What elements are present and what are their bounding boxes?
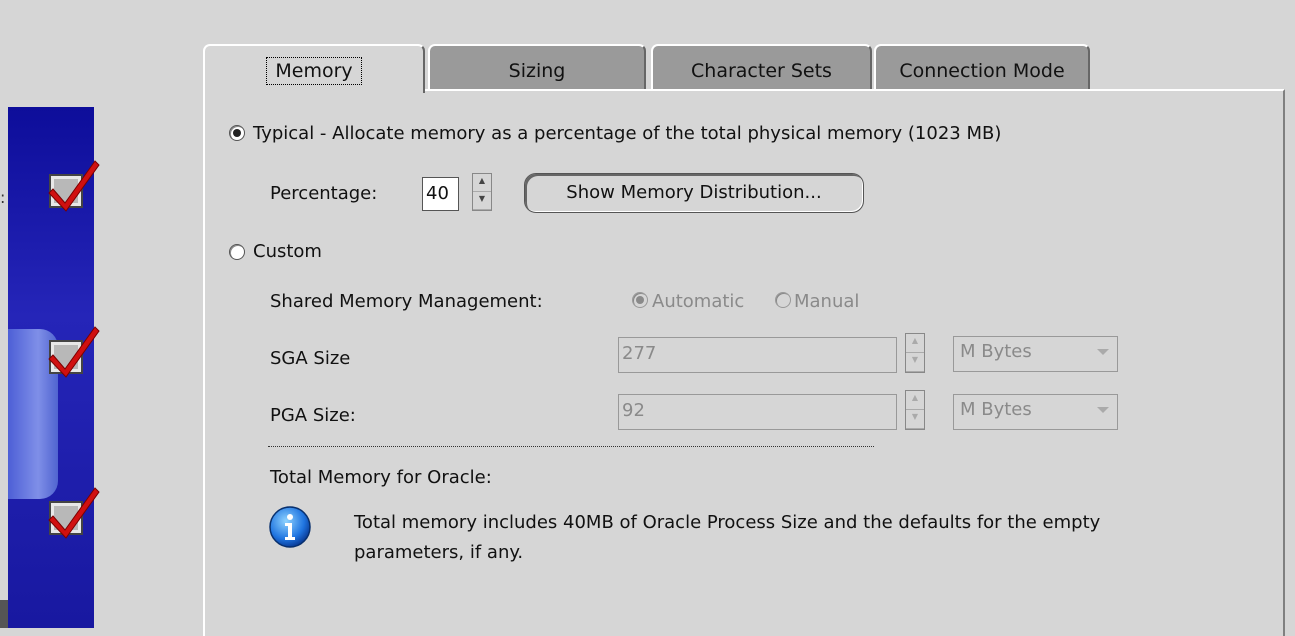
tab-memory[interactable]: Memory: [203, 44, 425, 93]
tab-label: Memory: [266, 57, 362, 85]
chevron-down-icon: [1097, 349, 1109, 355]
sga-unit-value: M Bytes: [960, 341, 1032, 362]
step-checked-icon: [48, 160, 100, 212]
chevron-down-icon: [1097, 407, 1109, 413]
percentage-input[interactable]: 40: [422, 177, 459, 211]
tab-label: Connection Mode: [899, 60, 1065, 82]
typical-label: Typical - Allocate memory as a percentag…: [253, 123, 1002, 144]
custom-radio[interactable]: [229, 244, 245, 260]
tab-label: Sizing: [508, 60, 566, 82]
manual-label: Manual: [794, 291, 860, 312]
scrollbar-stub: [0, 600, 8, 628]
tab-label: Character Sets: [691, 60, 832, 82]
step-checked-icon: [48, 487, 100, 539]
spin-up-icon[interactable]: ▲: [473, 174, 491, 192]
tab-connection-mode[interactable]: Connection Mode: [874, 44, 1090, 90]
wizard-step-strip: :: [0, 0, 100, 628]
automatic-label: Automatic: [652, 291, 745, 312]
pga-unit-select[interactable]: M Bytes: [953, 394, 1118, 430]
percentage-spinner[interactable]: ▲ ▼: [472, 173, 492, 211]
spin-up-icon[interactable]: ▲: [906, 334, 924, 353]
sga-unit-select[interactable]: M Bytes: [953, 336, 1118, 372]
sga-size-spinner[interactable]: ▲ ▼: [905, 333, 925, 373]
pga-unit-value: M Bytes: [960, 399, 1032, 420]
manual-radio[interactable]: [775, 292, 791, 308]
spin-up-icon[interactable]: ▲: [906, 391, 924, 410]
tab-character-sets[interactable]: Character Sets: [651, 44, 872, 90]
show-memory-distribution-button[interactable]: Show Memory Distribution...: [524, 173, 864, 213]
custom-label: Custom: [253, 241, 322, 262]
section-divider: [268, 446, 874, 447]
spin-down-icon[interactable]: ▼: [906, 353, 924, 372]
automatic-radio[interactable]: [632, 292, 648, 308]
sga-size-input[interactable]: 277: [618, 337, 897, 373]
info-text-line2: parameters, if any.: [354, 542, 524, 563]
step-checked-icon: [48, 326, 100, 378]
sga-size-label: SGA Size: [270, 348, 351, 369]
pga-size-input[interactable]: 92: [618, 394, 897, 430]
percentage-label: Percentage:: [270, 183, 378, 204]
step-marker: :: [0, 188, 6, 207]
info-text-line1: Total memory includes 40MB of Oracle Pro…: [354, 512, 1101, 533]
pga-size-label: PGA Size:: [270, 405, 356, 426]
total-memory-label: Total Memory for Oracle:: [270, 467, 492, 488]
pga-size-spinner[interactable]: ▲ ▼: [905, 390, 925, 430]
shared-memory-label: Shared Memory Management:: [270, 291, 543, 312]
tab-sizing[interactable]: Sizing: [428, 44, 646, 90]
typical-radio[interactable]: [229, 125, 245, 141]
info-icon: [269, 506, 311, 548]
spin-down-icon[interactable]: ▼: [473, 192, 491, 210]
spin-down-icon[interactable]: ▼: [906, 410, 924, 429]
